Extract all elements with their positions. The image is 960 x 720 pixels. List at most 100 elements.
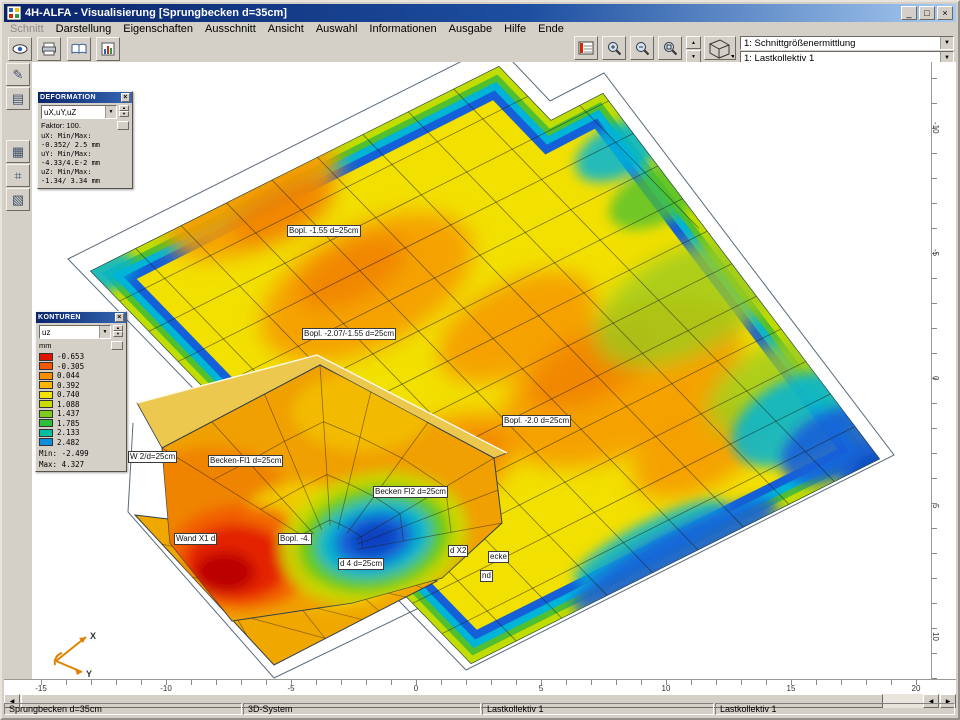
view-spinner[interactable]: ▲▼ <box>686 36 701 63</box>
legend-swatch <box>39 362 53 370</box>
section-table-icon <box>578 41 594 55</box>
cube-icon <box>706 37 734 59</box>
legend-value: 1.785 <box>57 419 80 428</box>
app-window: 4H-ALFA - Visualisierung [Sprungbecken d… <box>0 0 960 720</box>
section-mode-value: 1: Schnittgrößenermittlung <box>744 38 855 49</box>
zoom-out-button[interactable] <box>630 36 654 60</box>
legend-value: -0.653 <box>57 352 84 361</box>
close-icon[interactable]: × <box>121 93 130 102</box>
ruler-tick-label: 0 <box>931 376 940 380</box>
edit-button[interactable]: ✎ <box>6 63 30 86</box>
printer-icon <box>41 41 57 57</box>
model-label: W 2/d=25cm <box>128 451 177 463</box>
axis-x-label: X <box>90 631 96 641</box>
layers-button[interactable]: ▤ <box>6 87 30 110</box>
status-panel: 3D-System <box>243 703 481 715</box>
deformation-panel[interactable]: DEFORMATION × uX,uY,uZ ▼ ▲▼ Faktor: 100. <box>37 91 133 189</box>
main-area: ✎ ▤ ▦ ⌗ ▧ <box>4 62 956 674</box>
faktor-label: Faktor: <box>41 121 64 130</box>
menu-schnitt: Schnitt <box>4 23 50 35</box>
legend-min: Min: -2.499 <box>39 449 123 458</box>
section-mode-combo[interactable]: 1: Schnittgrößenermittlung ▼ <box>740 36 954 50</box>
ruler-tick-label: -10 <box>931 122 940 134</box>
titlebar[interactable]: 4H-ALFA - Visualisierung [Sprungbecken d… <box>4 4 956 22</box>
menu-ende[interactable]: Ende <box>532 23 570 35</box>
legend-row: -0.653 <box>39 352 123 362</box>
legend-value: 1.437 <box>57 409 80 418</box>
table-button[interactable]: ⌗ <box>6 164 30 187</box>
deformation-component-combo[interactable]: uX,uY,uZ ▼ <box>41 105 117 119</box>
legend-swatch <box>39 391 53 399</box>
chevron-down-icon[interactable]: ▼ <box>940 37 953 49</box>
app-icon <box>7 6 21 20</box>
status-panel: Lastkollektiv 1 <box>482 703 714 715</box>
model-label: Bopl. -1.55 d=25cm <box>287 225 361 237</box>
hatch-button[interactable]: ▧ <box>6 188 30 211</box>
print-button[interactable] <box>37 37 61 61</box>
report-button[interactable] <box>67 37 91 61</box>
grid-button[interactable]: ▦ <box>6 140 30 163</box>
konturen-quantity-value: uz <box>42 328 50 337</box>
model-label: Bopl. -4. <box>278 533 312 545</box>
bottom-ruler: -15-10-505101520 <box>4 679 956 694</box>
deformation-panel-title: DEFORMATION <box>40 94 96 101</box>
toolbar: ▲▼ 1: Schnittgrößenermittlung ▼ 1: Lastk… <box>4 36 956 62</box>
deformation-row-value: -1.34/ 3.34 mm <box>41 177 129 186</box>
legend-row: 2.133 <box>39 428 123 438</box>
model-label: Becken-Fl1 d=25cm <box>208 455 283 467</box>
maximize-button[interactable]: □ <box>919 6 935 20</box>
deformation-row-label: uX: Min/Max: <box>41 132 129 141</box>
close-button[interactable]: × <box>937 6 953 20</box>
legend-swatch <box>39 353 53 361</box>
menu-auswahl[interactable]: Auswahl <box>310 23 364 35</box>
menu-informationen[interactable]: Informationen <box>363 23 442 35</box>
minimize-button[interactable]: _ <box>901 6 917 20</box>
chevron-down-icon[interactable]: ▼ <box>105 106 116 118</box>
ruler-tick-label: -15 <box>35 684 47 693</box>
model-label: nd <box>480 570 493 582</box>
zoom-in-button[interactable] <box>602 36 626 60</box>
legend-row: 0.044 <box>39 371 123 381</box>
menu-ausschnitt[interactable]: Ausschnitt <box>199 23 262 35</box>
deformation-minmax-list: uX: Min/Max:-0.352/ 2.5 mmuY: Min/Max:-4… <box>41 132 129 186</box>
menu-hilfe[interactable]: Hilfe <box>498 23 532 35</box>
menu-darstellung[interactable]: Darstellung <box>50 23 118 35</box>
faktor-value: 100. <box>66 121 81 130</box>
ruler-tick-label: 5 <box>931 504 940 508</box>
hatch-icon: ▧ <box>12 192 24 208</box>
deformation-row-label: uZ: Min/Max: <box>41 168 129 177</box>
axis-triad: X Y <box>42 625 112 677</box>
legend-value: 0.392 <box>57 381 80 390</box>
konturen-quantity-combo[interactable]: uz ▼ <box>39 325 111 339</box>
pencil-icon: ✎ <box>13 67 24 83</box>
menu-ausgabe[interactable]: Ausgabe <box>443 23 498 35</box>
konturen-panel[interactable]: KONTUREN × uz ▼ ▲▼ mm -0.65 <box>35 311 127 472</box>
results-button[interactable] <box>96 37 120 61</box>
close-icon[interactable]: × <box>115 313 124 322</box>
legend-value: 0.740 <box>57 390 80 399</box>
legend-swatch <box>39 419 53 427</box>
chevron-down-icon[interactable]: ▼ <box>99 326 110 338</box>
konturen-spinner[interactable]: ▲▼ <box>113 325 123 337</box>
deformation-spinner[interactable]: ▲▼ <box>119 105 129 117</box>
spinner-up-icon[interactable]: ▲ <box>686 36 701 49</box>
scale-settings-button[interactable] <box>111 341 123 350</box>
view-button[interactable] <box>8 37 32 61</box>
legend-row: -0.305 <box>39 362 123 372</box>
menu-eigenschaften[interactable]: Eigenschaften <box>117 23 199 35</box>
status-panel: Sprungbecken d=35cm <box>4 703 242 715</box>
legend-row: 2.482 <box>39 438 123 448</box>
legend-swatch <box>39 372 53 380</box>
faktor-edit-button[interactable] <box>117 121 129 130</box>
deformation-panel-titlebar[interactable]: DEFORMATION × <box>38 92 132 103</box>
zoom-window-button[interactable] <box>658 36 682 60</box>
konturen-panel-titlebar[interactable]: KONTUREN × <box>36 312 126 323</box>
view-3d-button[interactable] <box>704 36 736 60</box>
section-table-button[interactable] <box>574 36 598 60</box>
drawing-canvas[interactable]: Bopl. -1.55 d=25cmBopl. -2.07/-1.55 d=25… <box>32 62 936 679</box>
konturen-panel-title: KONTUREN <box>38 314 81 321</box>
ruler-tick-label: 10 <box>931 632 940 641</box>
model-label: Bopl. -2.0 d=25cm <box>502 415 571 427</box>
bar-chart-icon <box>100 41 116 57</box>
menu-ansicht[interactable]: Ansicht <box>262 23 310 35</box>
